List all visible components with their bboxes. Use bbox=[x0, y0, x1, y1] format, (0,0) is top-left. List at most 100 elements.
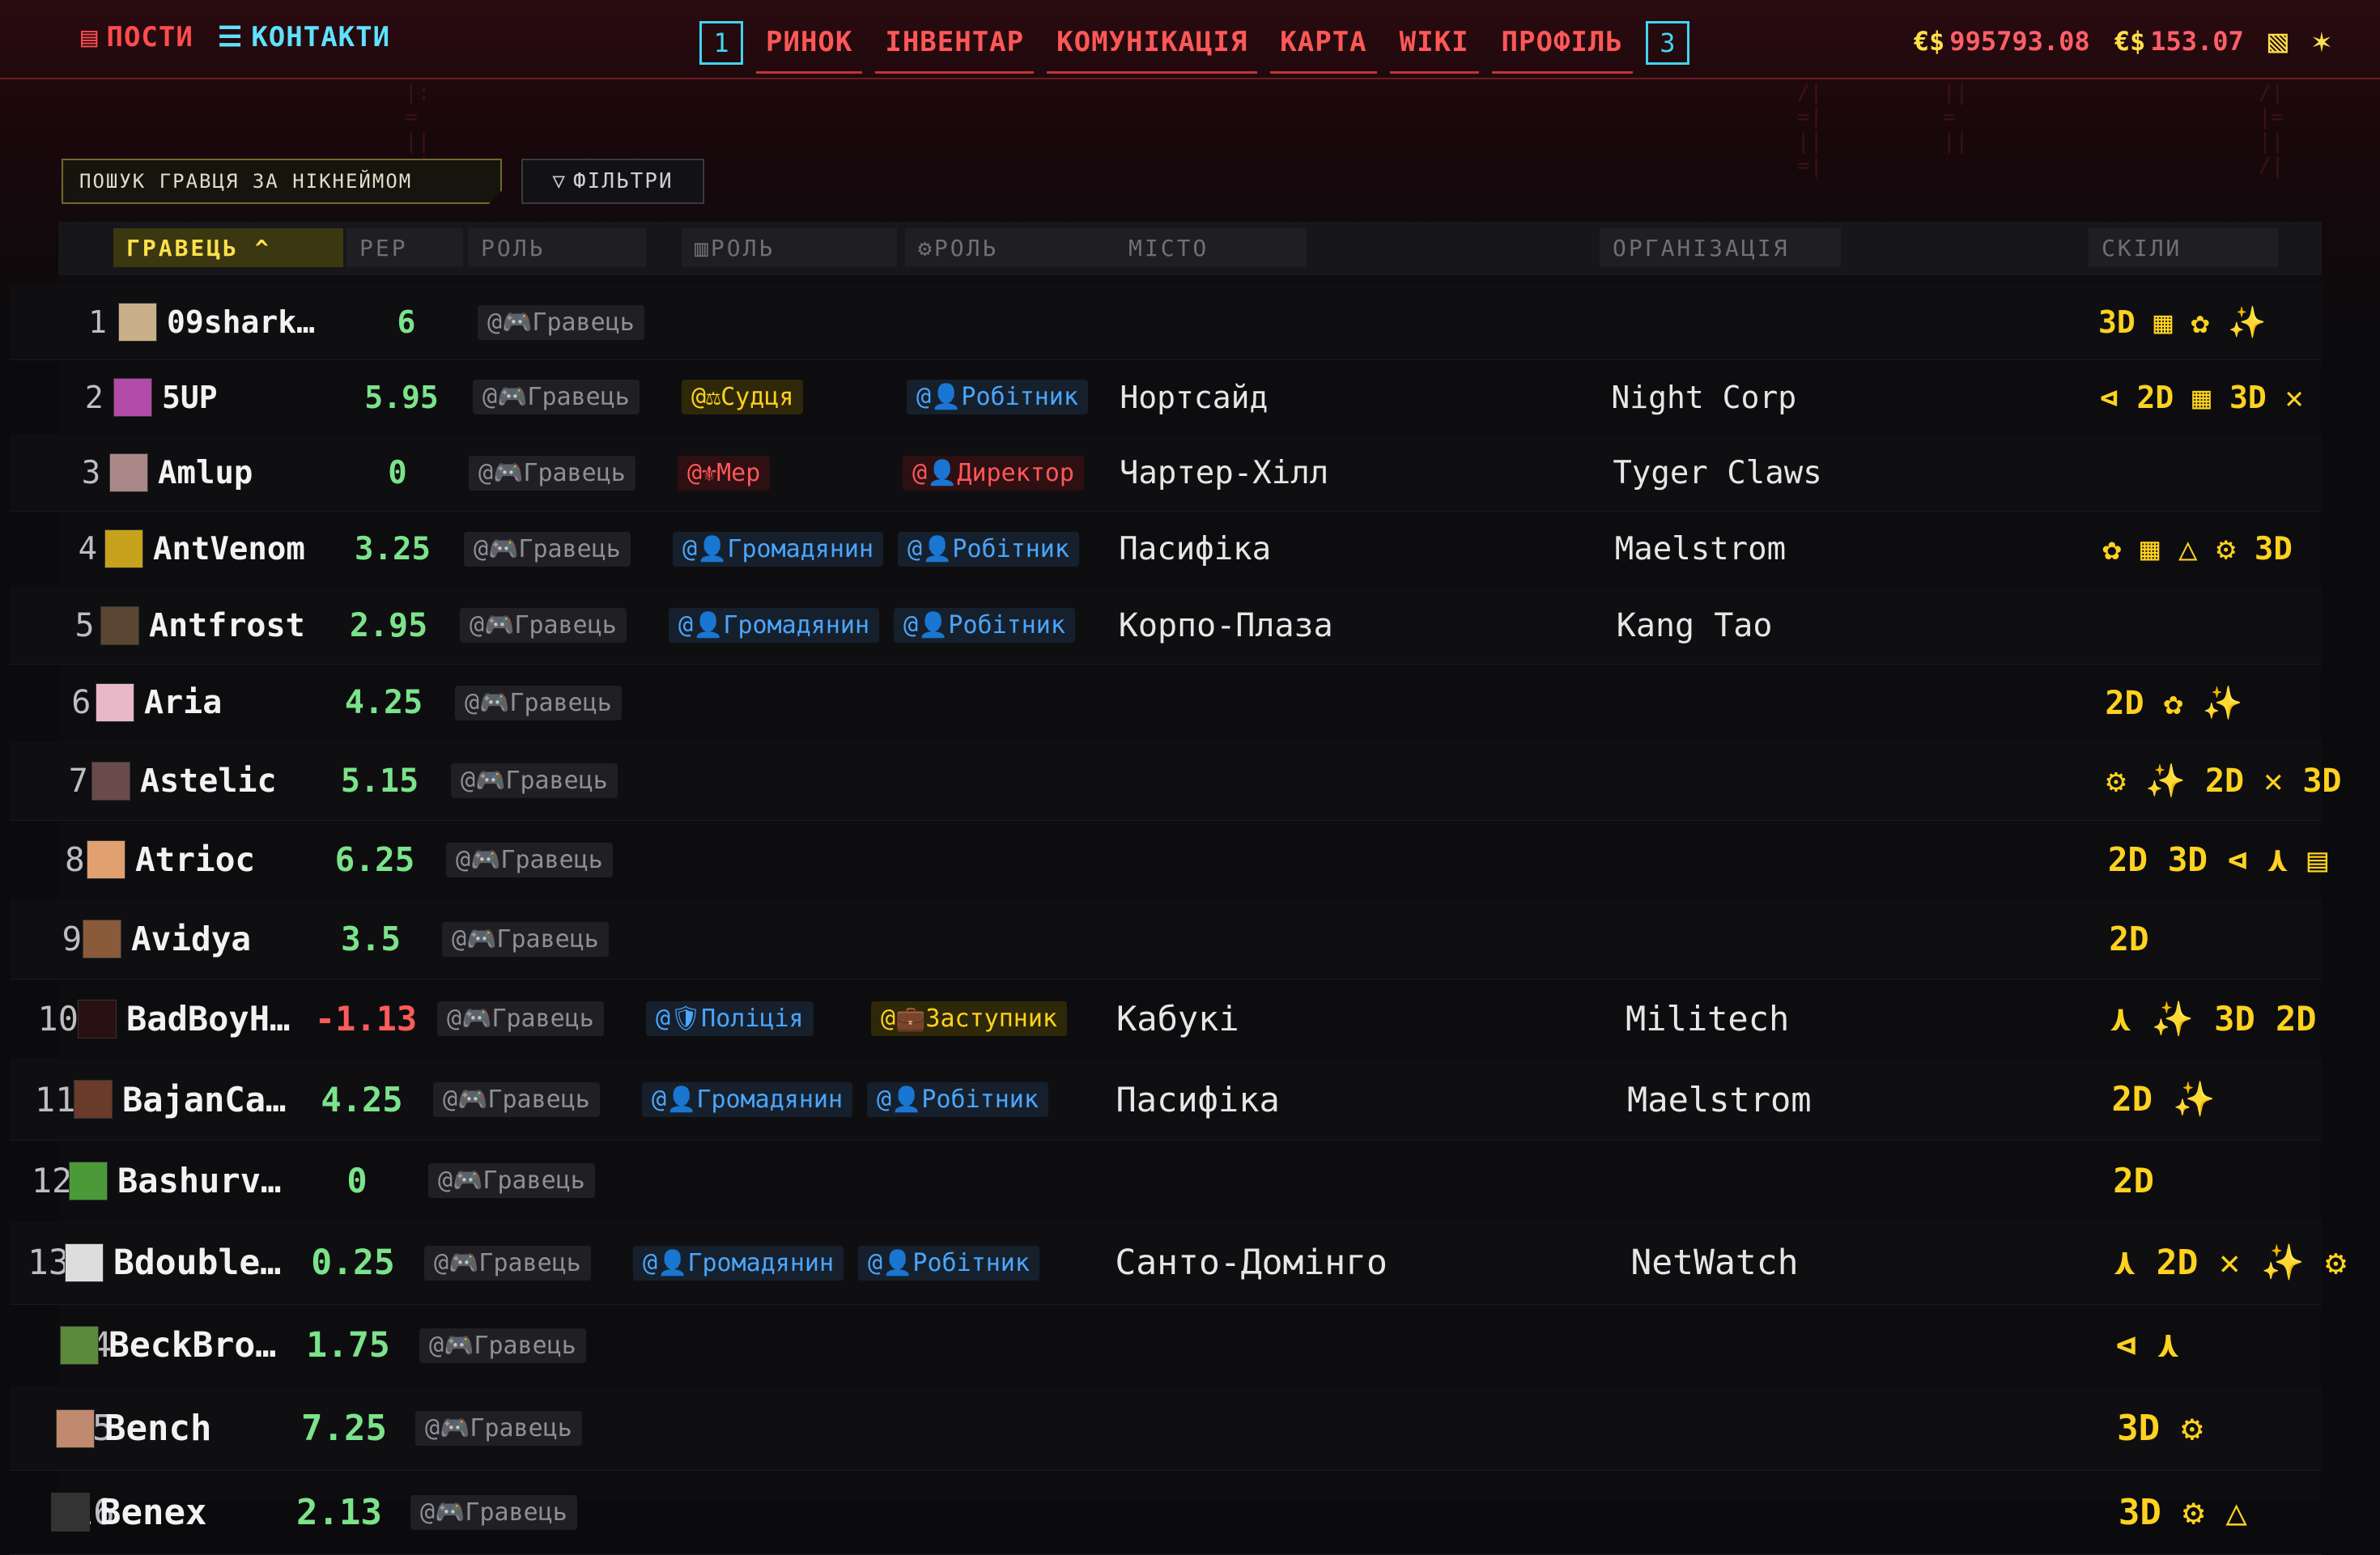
role-badge[interactable]: @🎮Гравець bbox=[410, 1494, 577, 1530]
role-badge[interactable]: @🎮Гравець bbox=[433, 1081, 600, 1117]
column-header-role-building[interactable]: ▥ РОЛЬ bbox=[682, 228, 897, 267]
table-row[interactable]: 9 Avidya 3.5 @🎮Гравець 2D bbox=[10, 899, 2322, 979]
table-row[interactable]: 5 Antfrost 2.95 @🎮Гравець @👤Громадянин @👤Робі… bbox=[10, 587, 2322, 665]
table-row[interactable]: 11 BajanCa… 4.25 @🎮Гравець @👤Громадянин @👤Роб… bbox=[10, 1059, 2322, 1141]
column-header-organization[interactable]: ОРГАНІЗАЦІЯ bbox=[1600, 228, 1841, 267]
table-row[interactable]: 16 Benex 2.13 @🎮Гравець 3D ⚙ △ bbox=[10, 1470, 2322, 1555]
avatar bbox=[113, 377, 152, 417]
role-org-badge[interactable]: @💼Заступник bbox=[871, 1001, 1067, 1036]
role-badge[interactable]: @🎮Гравець bbox=[473, 380, 640, 414]
player-cell[interactable]: Bashurv… bbox=[69, 1140, 312, 1221]
role-badge[interactable]: @🎮Гравець bbox=[442, 921, 609, 957]
player-cell[interactable]: Astelic bbox=[91, 741, 334, 820]
role-building-badge[interactable]: @👤Громадянин bbox=[669, 608, 880, 643]
role-badge[interactable]: @🎮Гравець bbox=[419, 1328, 586, 1363]
player-cell[interactable]: BeckBro… bbox=[60, 1304, 303, 1387]
player-cell[interactable]: Avidya bbox=[83, 899, 325, 979]
sort-ascending-icon: ^ bbox=[239, 234, 271, 261]
tab-contacts[interactable]: ☰ КОНТАКТИ bbox=[218, 21, 390, 53]
player-cell[interactable]: Amlup bbox=[109, 435, 352, 511]
player-cell[interactable]: Atrioc bbox=[87, 820, 329, 899]
percent-ticket-icon[interactable]: ▧ bbox=[2268, 23, 2288, 60]
role-building-cell: @👤Громадянин bbox=[633, 1221, 844, 1304]
role-badge[interactable]: @🎮Гравець bbox=[415, 1411, 582, 1446]
role-cell: @🎮Гравець bbox=[451, 741, 618, 820]
currency-icon: €$ bbox=[2114, 26, 2146, 57]
player-cell[interactable]: Benex bbox=[51, 1470, 294, 1554]
role-building-badge[interactable]: @👤Громадянин bbox=[633, 1245, 844, 1281]
player-cell[interactable]: Antfrost bbox=[100, 587, 343, 664]
role-badge[interactable]: @🎮Гравець bbox=[464, 531, 631, 567]
role-building-badge[interactable]: @👤Громадянин bbox=[642, 1081, 853, 1117]
role-org-cell: @👤Робітник bbox=[907, 359, 1088, 435]
role-building-cell: @⚜Мер bbox=[678, 435, 771, 511]
nav-link-inventory[interactable]: ІНВЕНТАР bbox=[875, 21, 1035, 74]
role-building-badge[interactable]: @⚖Судця bbox=[682, 380, 804, 414]
player-cell[interactable]: Bench bbox=[56, 1387, 299, 1470]
table-row[interactable]: 3 Amlup 0 @🎮Гравець @⚜Мер @👤Директор Чартер-Хі… bbox=[10, 435, 2322, 512]
role-badge[interactable]: @🎮Гравець bbox=[428, 1163, 595, 1198]
rep-value: 1.75 bbox=[306, 1325, 390, 1366]
role-badge[interactable]: @🎮Гравець bbox=[460, 608, 627, 643]
table-row[interactable]: 10 BadBoyH… -1.13 @🎮Гравець @🛡Поліція @💼Засту… bbox=[10, 979, 2322, 1060]
table-row[interactable]: 6 Aria 4.25 @🎮Гравець 2D ✿ ✨ bbox=[10, 664, 2322, 742]
role-badge[interactable]: @🎮Гравець bbox=[451, 763, 618, 798]
hotkey-prev[interactable]: 1 bbox=[699, 21, 743, 65]
column-header-city[interactable]: МІСТО bbox=[1116, 228, 1307, 267]
role-org-badge[interactable]: @👤Робітник bbox=[898, 531, 1079, 567]
role-badge[interactable]: @🎮Гравець bbox=[469, 455, 635, 491]
player-search-input[interactable]: ПОШУК ГРАВЦЯ ЗА НІКНЕЙМОМ bbox=[62, 159, 502, 204]
nav-link-map[interactable]: КАРТА bbox=[1270, 21, 1377, 74]
role-org-badge[interactable]: @👤Робітник bbox=[867, 1081, 1048, 1117]
role-badge[interactable]: @🎮Гравець bbox=[437, 1001, 604, 1036]
player-cell[interactable]: BajanCa… bbox=[74, 1059, 317, 1140]
role-badge[interactable]: @🎮Гравець bbox=[478, 304, 644, 340]
skills-cell: ⊲ 2D ▦ 3D ✕ bbox=[2099, 379, 2304, 415]
player-cell[interactable]: AntVenom bbox=[104, 511, 347, 587]
role-org-badge[interactable]: @👤Робітник bbox=[907, 380, 1088, 414]
column-header-player-label: ГРАВЕЦЬ bbox=[126, 234, 240, 261]
table-row[interactable]: 15Bench7.25@🎮Гравець3D ⚙ bbox=[10, 1387, 2322, 1471]
filters-button[interactable]: ▽ ФІЛЬТРИ bbox=[521, 159, 704, 204]
table-row[interactable]: 12 Bashurv… 0 @🎮Гравець 2D bbox=[10, 1140, 2322, 1222]
nav-link-wiki[interactable]: WIKI bbox=[1389, 21, 1479, 74]
role-badge[interactable]: @🎮Гравець bbox=[424, 1245, 591, 1281]
role-building-badge[interactable]: @🛡Поліція bbox=[646, 1001, 814, 1036]
role-org-badge[interactable]: @👤Робітник bbox=[894, 608, 1075, 643]
column-header-skills[interactable]: СКІЛИ bbox=[2089, 228, 2278, 267]
column-header-player[interactable]: ГРАВЕЦЬ ^ bbox=[113, 228, 343, 267]
column-header-role-org[interactable]: ⚙ РОЛЬ bbox=[905, 228, 1122, 267]
role-badge[interactable]: @🎮Гравець bbox=[446, 842, 613, 877]
role-badge[interactable]: @🎮Гравець bbox=[455, 685, 622, 720]
table-row[interactable]: 2 5UP 5.95 @🎮Гравець @⚖Судця @👤Робітник Нортса… bbox=[10, 359, 2322, 435]
column-header-rep[interactable]: РЕР bbox=[346, 228, 463, 267]
table-row[interactable]: 4 AntVenom 3.25 @🎮Гравець @👤Громадянин @👤Робі… bbox=[10, 511, 2322, 588]
player-cell[interactable]: Aria bbox=[96, 664, 338, 741]
column-header-role[interactable]: РОЛЬ bbox=[468, 228, 646, 267]
building-icon: ▥ bbox=[695, 234, 711, 261]
nav-link-communication[interactable]: КОМУНІКАЦІЯ bbox=[1047, 21, 1258, 74]
table-row[interactable]: 8 Atrioc 6.25 @🎮Гравець 2D 3D ⊲ ⋏ ▤ bbox=[10, 820, 2327, 900]
main-navigation: 1 РИНОК ІНВЕНТАР КОМУНІКАЦІЯ КАРТА WIKI … bbox=[699, 21, 1689, 74]
nav-link-market[interactable]: РИНОК bbox=[756, 21, 863, 74]
player-name: BeckBro… bbox=[108, 1325, 277, 1366]
player-cell[interactable]: Bdouble… bbox=[65, 1221, 308, 1304]
table-row[interactable]: 7 Astelic 5.15 @🎮Гравець ⚙ ✨ 2D ✕ 3D bbox=[10, 741, 2342, 821]
sparkle-trend-icon[interactable]: ✶ bbox=[2312, 23, 2331, 60]
table-row[interactable]: 13 Bdouble… 0.25 @🎮Гравець @👤Громадянин @👤Роб… bbox=[10, 1221, 2346, 1305]
player-cell[interactable]: BadBoyH… bbox=[78, 979, 321, 1059]
hotkey-next[interactable]: 3 bbox=[1645, 21, 1689, 65]
role-building-badge[interactable]: @⚜Мер bbox=[678, 455, 771, 491]
rep-value: 6 bbox=[397, 304, 416, 340]
role-org-badge[interactable]: @👤Робітник bbox=[858, 1245, 1039, 1281]
table-row[interactable]: 1 09shark… 6 @🎮Гравець 3D ▦ ✿ ✨ bbox=[10, 285, 2322, 360]
tab-posts[interactable]: ▤ ПОСТИ bbox=[81, 21, 193, 53]
balance-secondary-value: 153.07 bbox=[2150, 26, 2244, 57]
role-org-badge[interactable]: @👤Директор bbox=[903, 455, 1084, 491]
player-cell[interactable]: 09shark… bbox=[118, 285, 361, 359]
role-building-badge[interactable]: @👤Громадянин bbox=[673, 531, 884, 567]
player-cell[interactable]: 5UP bbox=[113, 359, 356, 435]
role-building-cell: @👤Громадянин bbox=[642, 1059, 853, 1140]
nav-link-profile[interactable]: ПРОФІЛЬ bbox=[1491, 21, 1633, 74]
table-row[interactable]: 14BeckBro…1.75@🎮Гравець⊲ ⋏ bbox=[10, 1304, 2322, 1387]
